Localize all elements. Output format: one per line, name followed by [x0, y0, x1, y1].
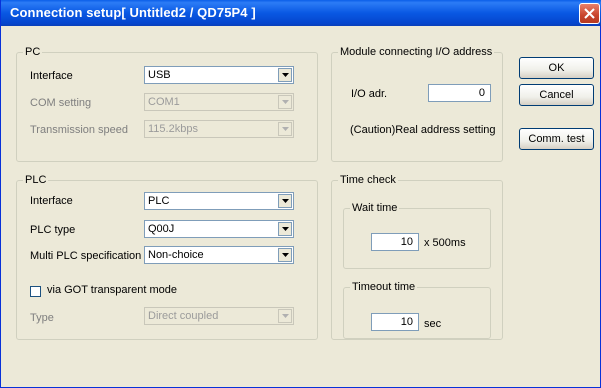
chevron-down-icon[interactable] [278, 194, 292, 208]
com-setting-select[interactable]: COM1 [144, 93, 294, 111]
io-address-label: I/O adr. [351, 88, 388, 100]
title-bar[interactable]: Connection setup[ Untitled2 / QD75P4 ] [1, 0, 601, 26]
io-address-input[interactable]: 0 [428, 84, 491, 102]
plc-type-select[interactable]: Q00J [144, 220, 294, 238]
chevron-down-icon[interactable] [278, 222, 292, 236]
multi-plc-select[interactable]: Non-choice [144, 246, 294, 264]
wait-time-input[interactable]: 10 [371, 233, 419, 251]
multi-plc-label: Multi PLC specification [30, 250, 142, 262]
comm-test-button[interactable]: Comm. test [519, 128, 594, 150]
close-button[interactable] [579, 3, 600, 24]
plc-type-label: PLC type [30, 224, 76, 236]
com-setting-value: COM1 [148, 96, 180, 108]
got-transparent-checkbox[interactable] [30, 286, 41, 297]
plc-interface-label: Interface [30, 195, 73, 207]
ok-button[interactable]: OK [519, 57, 594, 79]
type-value: Direct coupled [148, 310, 219, 322]
timeout-time-unit: sec [424, 318, 442, 330]
timeout-time-group-label: Timeout time [350, 281, 418, 293]
close-icon [584, 8, 595, 19]
window-title: Connection setup[ Untitled2 / QD75P4 ] [10, 5, 256, 20]
module-io-group-label: Module connecting I/O address [338, 46, 495, 58]
plc-type-value: Q00J [148, 223, 175, 235]
got-transparent-label[interactable]: via GOT transparent mode [47, 284, 177, 296]
transmission-speed-value: 115.2kbps [148, 123, 198, 135]
timeout-time-value: 10 [400, 316, 413, 328]
chevron-down-icon[interactable] [278, 122, 292, 136]
wait-time-unit: x 500ms [424, 237, 466, 249]
chevron-down-icon[interactable] [278, 309, 292, 323]
transmission-speed-select[interactable]: 115.2kbps [144, 120, 294, 138]
chevron-down-icon[interactable] [278, 248, 292, 262]
caution-text: (Caution)Real address setting [350, 124, 496, 136]
plc-interface-value: PLC [148, 195, 170, 207]
connection-setup-dialog: Connection setup[ Untitled2 / QD75P4 ] P… [0, 0, 601, 388]
type-label: Type [30, 312, 54, 324]
io-address-value: 0 [478, 87, 485, 99]
chevron-down-icon[interactable] [278, 68, 292, 82]
type-select[interactable]: Direct coupled [144, 307, 294, 325]
pc-interface-select[interactable]: USB [144, 66, 294, 84]
com-setting-label: COM setting [30, 97, 92, 109]
pc-interface-label: Interface [30, 70, 73, 82]
cancel-button[interactable]: Cancel [519, 84, 594, 106]
timeout-time-input[interactable]: 10 [371, 313, 419, 331]
wait-time-value: 10 [400, 236, 413, 248]
plc-interface-select[interactable]: PLC [144, 192, 294, 210]
chevron-down-icon[interactable] [278, 95, 292, 109]
transmission-speed-label: Transmission speed [30, 124, 129, 136]
plc-group-label: PLC [23, 174, 49, 186]
pc-group-label: PC [23, 46, 43, 58]
multi-plc-value: Non-choice [148, 249, 204, 261]
pc-interface-value: USB [148, 69, 171, 81]
module-io-group: Module connecting I/O address [331, 46, 503, 162]
wait-time-group-label: Wait time [350, 202, 400, 214]
time-check-group-label: Time check [338, 174, 398, 186]
